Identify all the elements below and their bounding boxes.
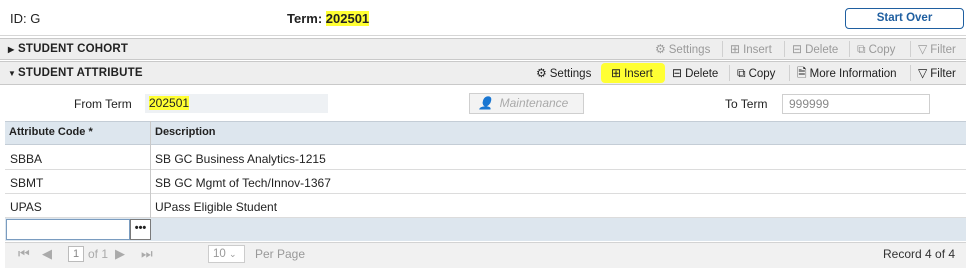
plus-square-icon: ⊞ — [730, 42, 741, 56]
filter-icon: ▽ — [918, 42, 928, 56]
description-cell[interactable]: SB GC Mgmt of Tech/Innov-1367 — [155, 176, 331, 190]
column-header-description[interactable]: Description — [155, 126, 216, 138]
more-information-button[interactable]: 🗎 More Information — [797, 63, 897, 83]
plus-square-icon: ⊞ — [611, 66, 622, 80]
next-page-icon[interactable]: ▶ — [115, 246, 125, 262]
gear-icon: ⚙ — [655, 42, 666, 56]
student-attribute-section[interactable]: ▼ STUDENT ATTRIBUTE ⚙ Settings ⊞ Insert ⊟ De… — [0, 61, 966, 85]
copy-icon: ⧉ — [857, 42, 866, 56]
document-icon: 🗎 — [797, 66, 807, 80]
top-bar — [0, 0, 966, 36]
person-icon: 👤 — [478, 96, 493, 110]
term-display: Term: 202501 — [287, 11, 370, 26]
attribute-code-cell[interactable]: SBBA — [10, 152, 42, 166]
to-term-field[interactable]: 999999 — [782, 94, 930, 114]
description-cell[interactable]: SB GC Business Analytics-1215 — [155, 152, 326, 166]
cohort-insert-button[interactable]: ⊞ Insert — [730, 39, 772, 59]
cohort-settings-button[interactable]: ⚙ Settings — [655, 39, 710, 59]
cohort-filter-button[interactable]: ▽ Filter — [918, 39, 956, 59]
student-cohort-section[interactable]: ▶ STUDENT COHORT ⚙ Settings ⊞ Insert ⊟ Delet… — [0, 38, 966, 60]
page-count: of 1 — [88, 247, 109, 261]
divider — [910, 41, 911, 57]
maintenance-field[interactable]: 👤 Maintenance — [469, 93, 584, 114]
divider — [729, 65, 730, 81]
divider — [784, 41, 785, 57]
column-divider — [150, 146, 151, 218]
divider — [849, 41, 850, 57]
record-count: Record 4 of 4 — [883, 247, 956, 261]
attribute-copy-button[interactable]: ⧉ Copy — [737, 63, 775, 83]
from-term-field[interactable]: 202501 — [145, 94, 328, 113]
attribute-settings-button[interactable]: ⚙ Settings — [536, 63, 591, 83]
id-display: ID: G — [10, 11, 41, 26]
last-page-icon[interactable]: ⏭ — [141, 246, 153, 262]
page-number-input[interactable]: 1 — [68, 246, 84, 262]
start-over-button[interactable]: Start Over — [845, 8, 964, 29]
to-term-label: To Term — [725, 97, 768, 111]
cohort-delete-button[interactable]: ⊟ Delete — [792, 39, 838, 59]
minus-square-icon: ⊟ — [792, 42, 803, 56]
cohort-copy-button[interactable]: ⧉ Copy — [857, 39, 895, 59]
attribute-code-cell[interactable]: SBMT — [10, 176, 43, 190]
filter-icon: ▽ — [918, 66, 928, 80]
column-header-attribute-code[interactable]: Attribute Code * — [9, 126, 93, 138]
section-title[interactable]: ▶ STUDENT COHORT — [8, 43, 128, 55]
lookup-button[interactable]: ••• — [130, 219, 151, 240]
gear-icon: ⚙ — [536, 66, 547, 80]
expand-arrow-icon[interactable]: ▶ — [8, 45, 18, 54]
previous-page-icon[interactable]: ◀ — [42, 246, 52, 262]
term-value: 202501 — [325, 11, 370, 26]
copy-icon: ⧉ — [737, 66, 746, 80]
description-cell[interactable]: UPass Eligible Student — [155, 200, 277, 214]
section-title[interactable]: ▼ STUDENT ATTRIBUTE — [8, 67, 143, 79]
attribute-code-input[interactable] — [6, 219, 130, 240]
first-page-icon[interactable]: ⏮ — [18, 246, 30, 262]
attribute-code-cell[interactable]: UPAS — [10, 200, 42, 214]
from-term-label: From Term — [74, 97, 132, 111]
chevron-down-icon: ⌄ — [229, 249, 237, 259]
attribute-delete-button[interactable]: ⊟ Delete — [672, 63, 718, 83]
attribute-insert-button[interactable]: ⊞ Insert — [611, 63, 653, 83]
divider — [722, 41, 723, 57]
divider — [789, 65, 790, 81]
id-value: G — [30, 11, 41, 26]
per-page-select[interactable]: 10 ⌄ — [208, 245, 245, 263]
attribute-filter-button[interactable]: ▽ Filter — [918, 63, 956, 83]
collapse-arrow-icon[interactable]: ▼ — [8, 69, 18, 78]
per-page-label: Per Page — [255, 247, 306, 261]
from-term-value: 202501 — [149, 96, 190, 110]
divider — [910, 65, 911, 81]
minus-square-icon: ⊟ — [672, 66, 683, 80]
